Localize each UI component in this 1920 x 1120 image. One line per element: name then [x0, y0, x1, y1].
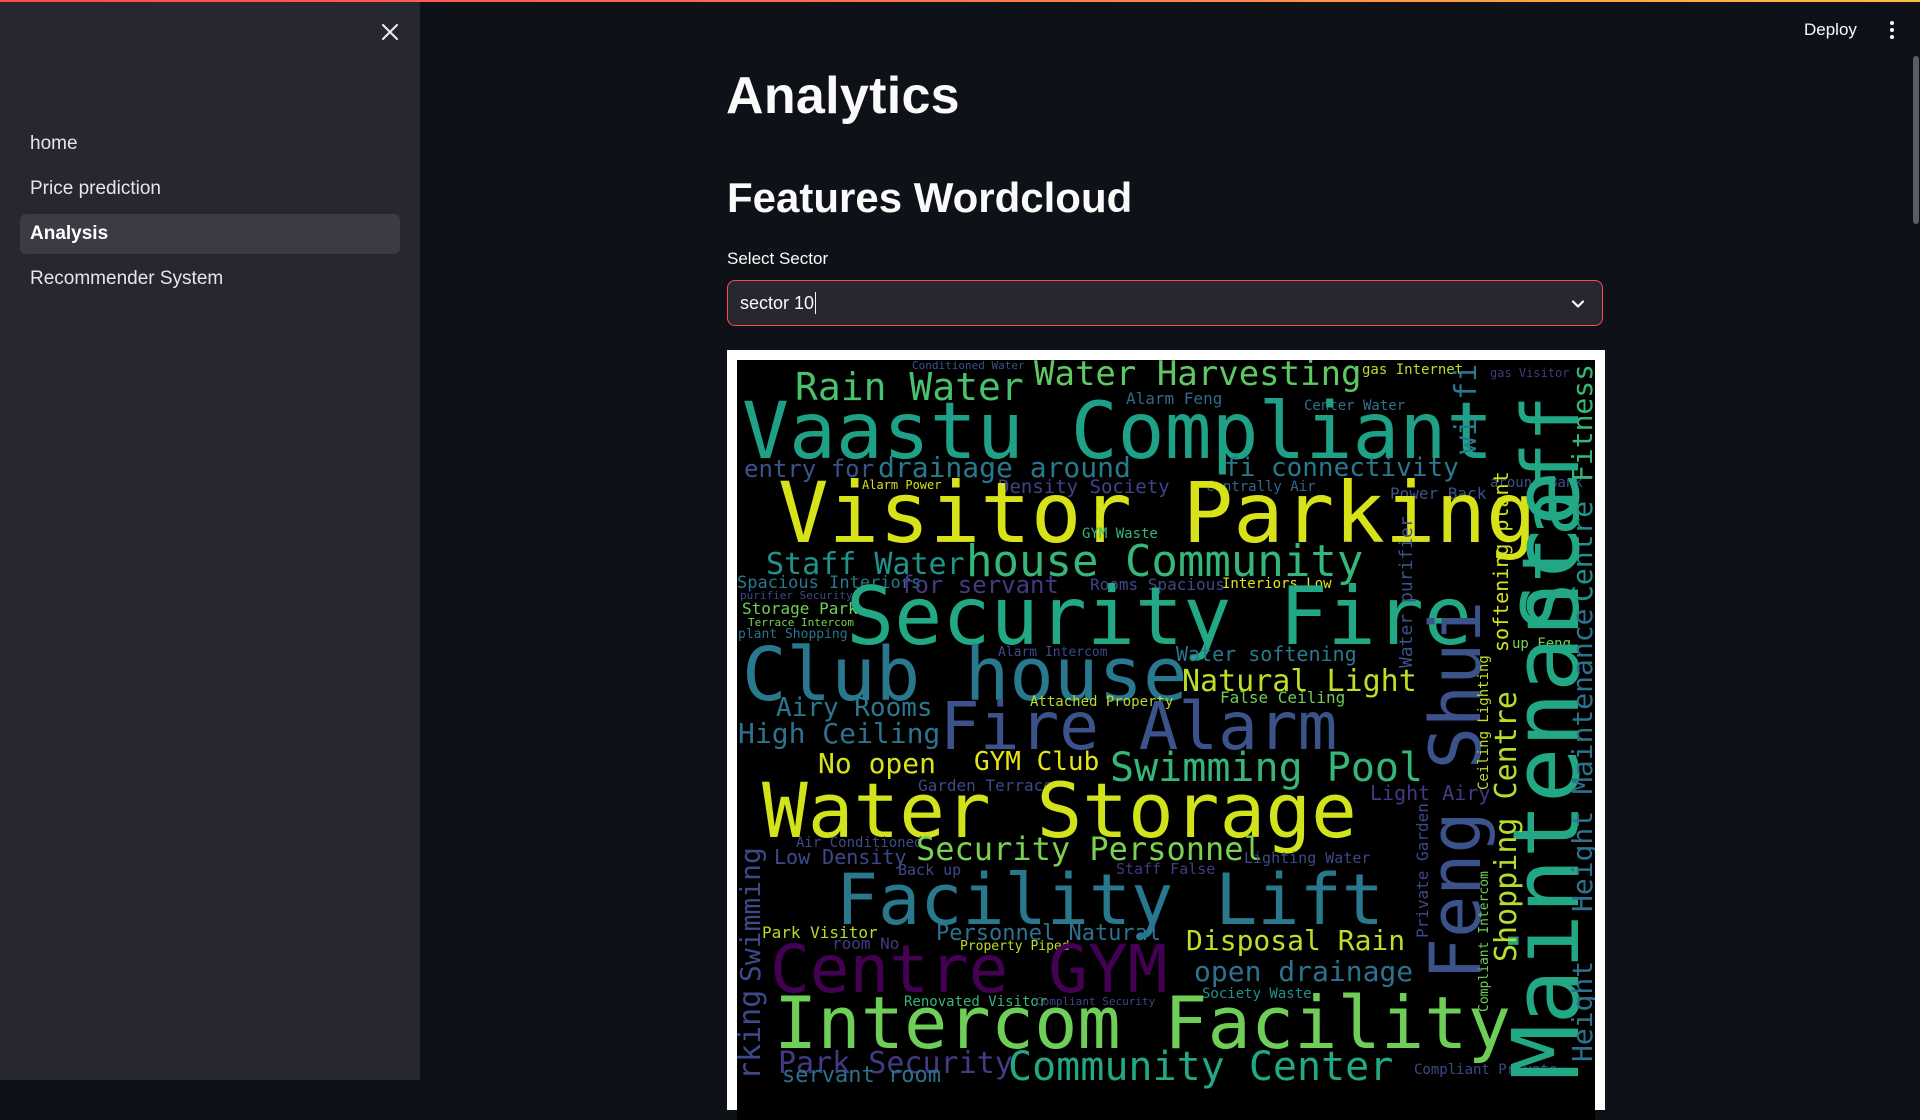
- select-sector-label: Select Sector: [727, 249, 829, 268]
- sidebar-item-home[interactable]: home: [20, 124, 400, 164]
- wordcloud-word: Water purifier: [1396, 516, 1417, 668]
- wordcloud-word: Water softening: [1176, 642, 1357, 666]
- wordcloud-word: Private Garden: [1413, 803, 1432, 938]
- page-scrollbar[interactable]: [1912, 56, 1920, 1080]
- wordcloud-canvas: Conditioned Water Water Harvesting gas Int…: [737, 360, 1595, 1120]
- sector-select[interactable]: sector 10: [727, 280, 1603, 326]
- wordcloud-word: Disposal Rain: [1186, 924, 1405, 957]
- main-menu-button[interactable]: [1880, 18, 1904, 42]
- wordcloud-word: Swimming: [737, 847, 767, 982]
- wordcloud-image: Conditioned Water Water Harvesting gas Int…: [727, 350, 1605, 1120]
- top-accent-bar: [0, 0, 1920, 2]
- sidebar-item-label: Recommender System: [30, 268, 224, 289]
- sidebar-item-price-prediction[interactable]: Price prediction: [20, 169, 400, 209]
- more-vertical-icon: [1890, 21, 1894, 39]
- text-caret: [815, 292, 817, 314]
- sidebar-item-analysis[interactable]: Analysis: [20, 214, 400, 254]
- section-title: Features Wordcloud: [727, 174, 1133, 221]
- wordcloud-word: Compliant Intercom: [1477, 871, 1492, 1012]
- wordcloud-word: gas Internet: [1362, 362, 1463, 378]
- sidebar-item-label: home: [30, 133, 78, 154]
- wordcloud-word: High Ceiling: [738, 717, 940, 750]
- chevron-down-icon[interactable]: [1568, 294, 1588, 314]
- wordcloud-word: Height: [1566, 961, 1595, 1062]
- sidebar-item-label: Price prediction: [30, 178, 161, 199]
- sector-select-value[interactable]: sector 10: [740, 293, 814, 314]
- page-title: Analytics: [726, 67, 960, 125]
- sidebar: home Price prediction Analysis Recommend…: [0, 0, 420, 1080]
- wordcloud-word: rking: [737, 990, 768, 1080]
- wordcloud-word: servant room: [782, 1063, 941, 1088]
- wordcloud-word: Community Center: [1008, 1044, 1393, 1090]
- close-sidebar-button[interactable]: [376, 18, 404, 46]
- sidebar-item-recommender-system[interactable]: Recommender System: [20, 259, 400, 299]
- sidebar-item-label: Analysis: [30, 223, 109, 244]
- wordcloud-word: gas Visitor: [1490, 366, 1569, 380]
- wordcloud-word: wi fi: [1449, 364, 1484, 454]
- wordcloud-svg: Conditioned Water Water Harvesting gas Int…: [737, 360, 1595, 1090]
- wordcloud-word: Shopping Centre: [1489, 691, 1524, 962]
- scrollbar-thumb[interactable]: [1913, 56, 1919, 224]
- wordcloud-word: Alarm Intercom: [998, 645, 1108, 660]
- wordcloud-word: Ceiling Lighting: [1476, 655, 1492, 790]
- close-icon: [381, 23, 399, 41]
- deploy-button[interactable]: Deploy: [1792, 16, 1869, 44]
- wordcloud-word: Height Maintenance: [1566, 609, 1595, 912]
- sidebar-nav: home Price prediction Analysis Recommend…: [20, 124, 400, 304]
